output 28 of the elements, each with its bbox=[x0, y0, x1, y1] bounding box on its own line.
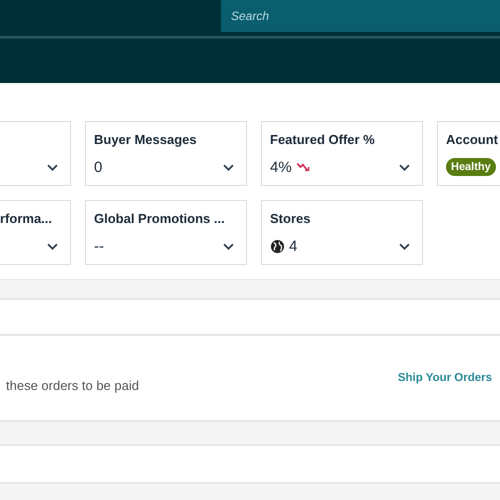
search-field[interactable]: Search bbox=[221, 0, 500, 32]
chevron-down-icon[interactable] bbox=[47, 242, 58, 250]
card-title: Buyer Messages bbox=[94, 132, 198, 148]
metric-card[interactable]: Buyer Messages 0 bbox=[85, 121, 247, 186]
card-title: rforma... bbox=[0, 211, 54, 227]
metric-card[interactable]: Account Healthy bbox=[437, 121, 500, 186]
chevron-down-icon[interactable] bbox=[399, 164, 410, 170]
metric-card[interactable]: Stores 4 bbox=[261, 200, 423, 265]
ship-orders-link[interactable]: Ship Your Orders bbox=[398, 372, 492, 384]
orders-message: these orders to be paid bbox=[6, 378, 139, 392]
chevron-down-icon[interactable] bbox=[223, 242, 234, 250]
chevron-down-icon[interactable] bbox=[399, 242, 410, 250]
chevron-down-icon[interactable] bbox=[47, 164, 58, 170]
metric-card[interactable]: Global Promotions ... -- bbox=[85, 200, 247, 265]
card-value: 4% bbox=[270, 158, 292, 176]
card-title: Stores bbox=[270, 211, 312, 227]
card-value: -- bbox=[94, 238, 104, 254]
card-title: Global Promotions ... bbox=[94, 211, 226, 227]
card-title: Featured Offer % bbox=[270, 132, 376, 148]
metric-card[interactable]: Featured Offer % 4% bbox=[261, 121, 423, 186]
card-value: 4 bbox=[289, 238, 298, 254]
metric-card[interactable]: rforma... bbox=[0, 200, 71, 265]
trend-down-icon bbox=[296, 161, 312, 173]
globe-icon bbox=[270, 238, 285, 254]
card-value: 0 bbox=[94, 158, 102, 176]
status-badge: Healthy bbox=[446, 158, 496, 176]
chevron-down-icon[interactable] bbox=[223, 164, 234, 170]
card-title: Account bbox=[446, 132, 499, 148]
